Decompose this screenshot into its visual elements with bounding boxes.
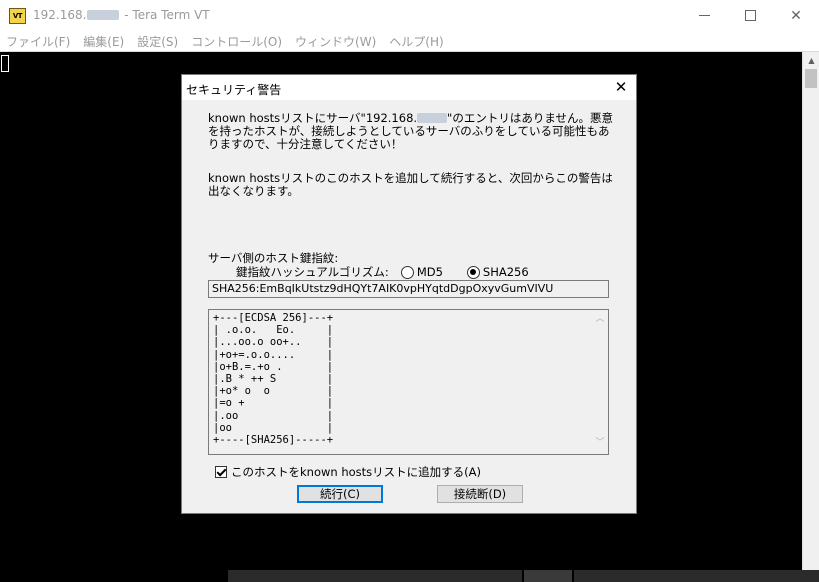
menu-control[interactable]: コントロール(O): [185, 33, 289, 50]
taskbar-segment: [574, 570, 819, 582]
radio-sha256[interactable]: SHA256: [466, 265, 529, 279]
add-to-known-hosts-label[interactable]: このホストをknown hostsリストに追加する(A): [231, 464, 481, 480]
continue-button[interactable]: 続行(C): [297, 485, 383, 503]
minimize-button[interactable]: [681, 0, 727, 31]
chevron-up-icon[interactable]: ︿: [593, 312, 607, 326]
close-icon: ✕: [790, 7, 802, 24]
dialog-title: セキュリティ警告: [186, 83, 282, 97]
menu-window[interactable]: ウィンドウ(W): [289, 33, 383, 50]
menu-settings[interactable]: 設定(S): [131, 33, 185, 50]
dialog-close-button[interactable]: ✕: [608, 76, 634, 98]
taskbar-strip: [0, 570, 819, 582]
window-title-ip: 192.168.: [33, 8, 87, 22]
close-window-button[interactable]: ✕: [773, 0, 819, 31]
maximize-button[interactable]: [727, 0, 773, 31]
scroll-up-icon[interactable]: ▲: [803, 52, 819, 69]
security-warning-dialog: セキュリティ警告 ✕ known hostsリストにサーバ"192.168. "の…: [181, 74, 637, 514]
teraterm-app-icon[interactable]: VT: [9, 8, 26, 24]
redacted-ip-blur: [417, 113, 448, 123]
menu-edit[interactable]: 編集(E): [77, 33, 131, 50]
window-title-app: - Tera Term VT: [120, 8, 210, 22]
maximize-icon: [744, 10, 756, 21]
fingerprint-field[interactable]: SHA256:EmBqIkUtstz9dHQYt7AIK0vpHYqtdDgpO…: [208, 280, 609, 298]
window-titlebar[interactable]: VT 192.168. - Tera Term VT ✕: [0, 0, 819, 32]
radio-sha256-label[interactable]: SHA256: [483, 265, 529, 279]
taskbar-segment: [228, 570, 522, 582]
disconnect-button[interactable]: 接続断(D): [437, 485, 523, 503]
terminal-scrollbar[interactable]: ▲: [802, 52, 819, 570]
taskbar-segment: [524, 570, 572, 582]
radio-md5[interactable]: MD5: [400, 265, 443, 279]
scrollbar-thumb[interactable]: [805, 69, 817, 88]
add-to-known-hosts-row[interactable]: このホストをknown hostsリストに追加する(A): [215, 464, 481, 480]
minimize-icon: [698, 15, 710, 16]
close-icon: ✕: [614, 78, 628, 96]
add-to-known-hosts-checkbox[interactable]: [215, 466, 227, 478]
randomart-text: +---[ECDSA 256]---+ | .o.o. Eo. | |...oo…: [213, 312, 334, 447]
terminal-cursor: [1, 55, 9, 72]
hash-algorithm-row: 鍵指紋ハッシュアルゴリズム: MD5 SHA256: [236, 264, 529, 280]
radio-md5-label[interactable]: MD5: [417, 265, 443, 279]
radio-sha256-circle[interactable]: [466, 265, 480, 279]
menu-help[interactable]: ヘルプ(H): [383, 33, 450, 50]
warning-message: known hostsリストにサーバ"192.168. "のエントリはありません。…: [208, 112, 616, 151]
randomart-box[interactable]: +---[ECDSA 256]---+ | .o.o. Eo. | |...oo…: [208, 309, 609, 455]
window-title: 192.168. - Tera Term VT: [33, 8, 210, 22]
redacted-ip-blur: [87, 10, 120, 20]
add-host-message: known hostsリストのこのホストを追加して続行すると、次回からこの警告は…: [208, 171, 613, 198]
warning-message-part1: known hostsリストにサーバ"192.168.: [208, 111, 418, 125]
dialog-titlebar[interactable]: セキュリティ警告 ✕: [182, 75, 636, 100]
menu-bar: ファイル(F) 編集(E) 設定(S) コントロール(O) ウィンドウ(W) ヘ…: [0, 31, 819, 52]
hash-algorithm-label: 鍵指紋ハッシュアルゴリズム:: [236, 265, 389, 279]
radio-md5-circle[interactable]: [400, 265, 414, 279]
chevron-down-icon[interactable]: ﹀: [593, 436, 607, 450]
menu-file[interactable]: ファイル(F): [0, 33, 77, 50]
